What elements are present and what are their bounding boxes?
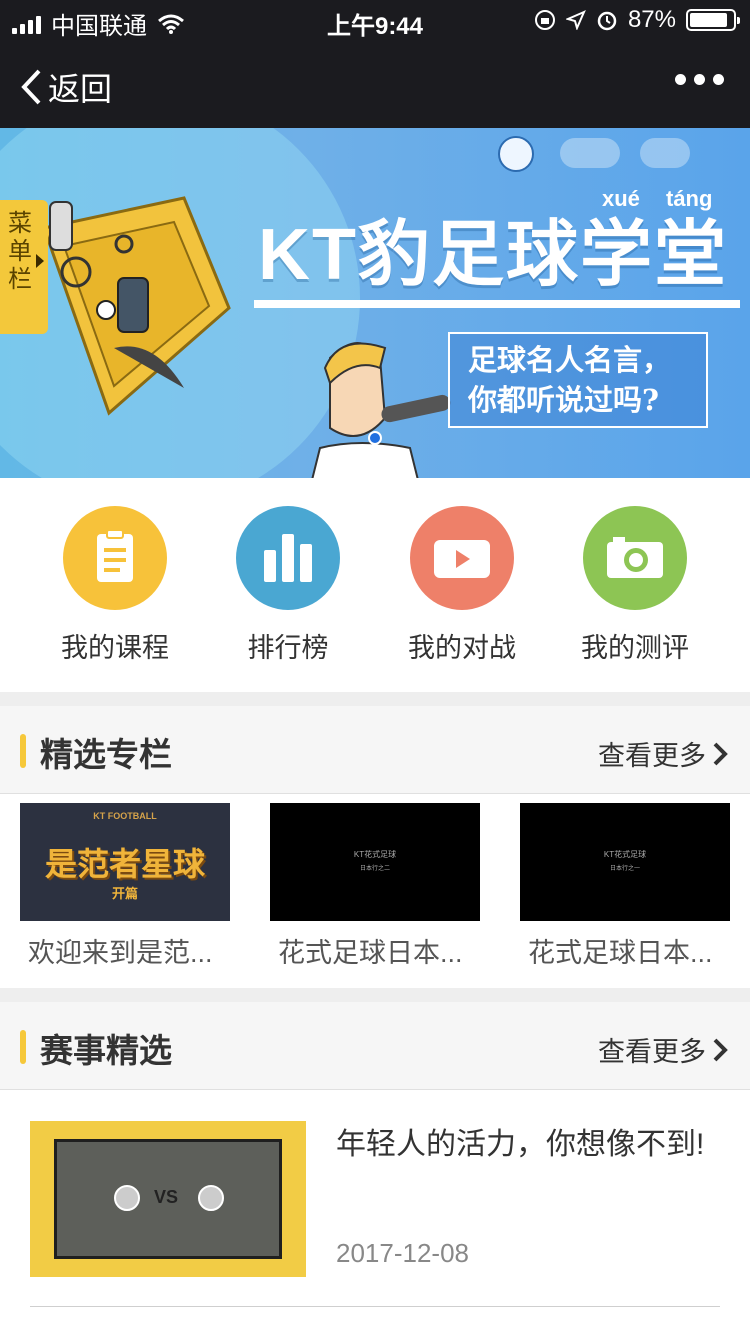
banner-decoration xyxy=(640,138,690,168)
thumb-title: KT花式足球 xyxy=(353,850,397,859)
banner-underline xyxy=(254,300,740,308)
section-title: 赛事精选 xyxy=(40,1032,172,1069)
banner-decoration xyxy=(560,138,620,168)
more-options-button[interactable] xyxy=(675,74,724,85)
menu-tab[interactable]: 菜单栏 xyxy=(0,200,48,334)
chevron-left-icon xyxy=(21,69,41,105)
quote-line-1: 足球名人名言， xyxy=(468,343,672,377)
menu-tab-label: 菜单栏 xyxy=(8,210,32,293)
cartoon-player-illustration xyxy=(311,342,451,478)
banner-title: KT豹足球学堂 xyxy=(258,215,728,295)
column-title: 欢迎来到是范... xyxy=(28,938,213,968)
more-label: 查看更多 xyxy=(598,741,706,771)
caret-right-icon xyxy=(36,254,44,268)
featured-more-link[interactable]: 查看更多 xyxy=(598,734,728,773)
shortcut-label: 我的课程 xyxy=(61,633,169,663)
thumb-title: 是范者星球 xyxy=(44,846,205,882)
bar-chart-icon xyxy=(236,506,340,610)
shortcut-menu: 我的课程 排行榜 我的对战 我的测评 xyxy=(0,478,750,692)
back-label: 返回 xyxy=(48,71,113,107)
event-title: 年轻人的活力，你想像不到! xyxy=(336,1128,705,1161)
pinyin-tang: táng xyxy=(666,186,713,211)
column-card[interactable]: KT花式足球 日本行之二 花式足球日本... xyxy=(270,803,480,970)
shortcut-my-courses[interactable]: 我的课程 xyxy=(40,506,190,665)
more-dot-icon xyxy=(675,74,686,85)
back-button[interactable]: 返回 xyxy=(20,64,112,110)
section-accent-bar xyxy=(20,1030,26,1064)
chevron-right-icon xyxy=(713,1038,728,1061)
alarm-icon xyxy=(597,11,617,31)
section-gap xyxy=(0,692,750,706)
more-dot-icon xyxy=(694,74,705,85)
nav-bar: 返回 xyxy=(0,40,750,128)
shortcut-label: 排行榜 xyxy=(247,633,329,663)
shortcut-label: 我的对战 xyxy=(408,633,516,663)
divider xyxy=(30,1306,720,1307)
thumb-top-text: KT FOOTBALL xyxy=(93,811,157,821)
thumb-subtitle: 日本行之一 xyxy=(609,866,640,872)
column-thumbnail: KT花式足球 日本行之二 xyxy=(270,803,480,921)
thumb-subtitle: 日本行之二 xyxy=(359,866,390,872)
section-accent-bar xyxy=(20,734,26,768)
football-icon xyxy=(498,136,534,172)
versus-mark: VS xyxy=(154,1187,179,1207)
hero-banner[interactable]: 菜单栏 xué táng KT豹足球学堂 足球名人名言， 你都听说过吗? xyxy=(0,128,750,478)
thumb-title: KT花式足球 xyxy=(603,850,647,859)
clipboard-icon xyxy=(63,506,167,610)
column-title: 花式足球日本... xyxy=(278,938,463,968)
rotation-lock-icon xyxy=(534,10,555,30)
thumb-subtitle: 开篇 xyxy=(111,886,138,901)
camera-icon xyxy=(583,506,687,610)
quote-line-2: 你都听说过吗? xyxy=(468,383,659,417)
column-card[interactable]: KT FOOTBALL 是范者星球 开篇 欢迎来到是范... xyxy=(20,803,230,970)
touch-indicator xyxy=(368,431,382,445)
column-thumbnail: KT花式足球 日本行之一 xyxy=(520,803,730,921)
status-bar: 中国联通 上午9:44 87% xyxy=(0,0,750,40)
section-gap xyxy=(0,988,750,1002)
shortcut-my-assessment[interactable]: 我的测评 xyxy=(560,506,710,665)
column-thumbnail: KT FOOTBALL 是范者星球 开篇 xyxy=(20,803,230,921)
pinyin-xue: xué xyxy=(602,186,640,211)
event-selection-header: 赛事精选 查看更多 xyxy=(0,1002,750,1090)
section-title: 精选专栏 xyxy=(40,736,172,773)
shortcut-leaderboard[interactable]: 排行榜 xyxy=(213,506,363,665)
column-title: 花式足球日本... xyxy=(528,938,713,968)
event-thumbnail: VS xyxy=(30,1121,306,1277)
banner-quote-box: 足球名人名言， 你都听说过吗? xyxy=(448,332,708,428)
column-card[interactable]: KT花式足球 日本行之一 花式足球日本... xyxy=(520,803,730,970)
chevron-right-icon xyxy=(713,742,728,765)
battery-icon xyxy=(686,9,740,31)
event-more-link[interactable]: 查看更多 xyxy=(598,1030,728,1069)
avatar xyxy=(114,1185,140,1211)
battery-percent: 87% xyxy=(627,6,676,33)
location-icon xyxy=(565,10,586,30)
shortcut-label: 我的测评 xyxy=(581,633,689,663)
more-label: 查看更多 xyxy=(598,1037,706,1067)
shortcut-my-battles[interactable]: 我的对战 xyxy=(387,506,537,665)
featured-columns-header: 精选专栏 查看更多 xyxy=(0,706,750,794)
avatar xyxy=(198,1185,224,1211)
video-play-icon xyxy=(410,506,514,610)
more-dot-icon xyxy=(713,74,724,85)
event-date: 2017-12-08 xyxy=(336,1238,469,1268)
